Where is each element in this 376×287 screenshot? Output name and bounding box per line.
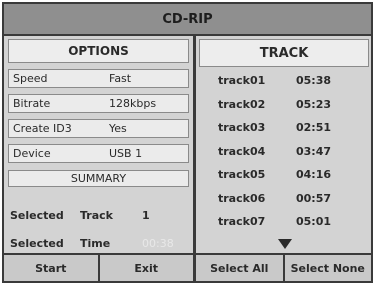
track-name: track01 xyxy=(218,74,266,88)
track-list[interactable]: track01 05:38 track02 05:23 track03 02:5… xyxy=(196,69,371,234)
window-title: CD-RIP xyxy=(4,4,371,36)
track-name: track04 xyxy=(218,144,266,158)
summary-label: Selected xyxy=(10,208,64,222)
track-panel: TRACK track01 05:38 track02 05:23 track0… xyxy=(196,36,371,281)
track-row[interactable]: track02 05:23 xyxy=(196,93,371,117)
track-header: TRACK xyxy=(199,39,369,67)
option-value: Fast xyxy=(109,72,132,85)
select-all-button[interactable]: Select All xyxy=(196,255,285,281)
option-label: Bitrate xyxy=(13,97,51,110)
summary-header: SUMMARY xyxy=(8,170,189,187)
summary-field: Time xyxy=(80,236,111,250)
option-label: Create ID3 xyxy=(13,122,72,135)
summary-label: Selected xyxy=(10,236,64,250)
cd-rip-window: CD-RIP OPTIONS Speed Fast Bitrate 128kbp… xyxy=(2,2,373,283)
options-header: OPTIONS xyxy=(8,39,189,63)
option-bitrate[interactable]: Bitrate 128kbps xyxy=(8,94,189,113)
track-row[interactable]: track06 00:57 xyxy=(196,187,371,211)
summary-value: 00:38 xyxy=(142,236,174,250)
right-button-bar: Select All Select None xyxy=(196,253,371,281)
track-name: track03 xyxy=(218,121,266,135)
exit-button[interactable]: Exit xyxy=(100,255,194,281)
track-row[interactable]: track01 05:38 xyxy=(196,69,371,93)
track-time: 03:47 xyxy=(296,144,332,158)
option-value: 128kbps xyxy=(109,97,157,110)
track-time: 05:01 xyxy=(296,215,332,229)
summary-value: 1 xyxy=(142,208,150,222)
option-label: Speed xyxy=(13,72,48,85)
option-value: USB 1 xyxy=(109,147,143,160)
option-speed[interactable]: Speed Fast xyxy=(8,69,189,88)
track-time: 02:51 xyxy=(296,121,332,135)
track-name: track06 xyxy=(218,191,266,205)
track-row[interactable]: track03 02:51 xyxy=(196,116,371,140)
track-time: 00:57 xyxy=(296,191,332,205)
select-none-button[interactable]: Select None xyxy=(285,255,372,281)
summary-selected-track: Selected Track 1 xyxy=(4,202,193,228)
left-button-bar: Start Exit xyxy=(4,253,193,281)
track-name: track02 xyxy=(218,97,266,111)
track-time: 04:16 xyxy=(296,168,332,182)
track-time: 05:23 xyxy=(296,97,332,111)
track-name: track05 xyxy=(218,168,266,182)
option-label: Device xyxy=(13,147,51,160)
option-create-id3[interactable]: Create ID3 Yes xyxy=(8,119,189,138)
options-panel: OPTIONS Speed Fast Bitrate 128kbps Creat… xyxy=(4,36,193,281)
start-button[interactable]: Start xyxy=(4,255,100,281)
option-value: Yes xyxy=(109,122,127,135)
track-time: 05:38 xyxy=(296,74,332,88)
track-row[interactable]: track04 03:47 xyxy=(196,140,371,164)
option-device[interactable]: Device USB 1 xyxy=(8,144,189,163)
track-row[interactable]: track07 05:01 xyxy=(196,210,371,234)
summary-field: Track xyxy=(80,208,113,222)
scroll-down-icon[interactable] xyxy=(278,239,292,249)
track-name: track07 xyxy=(218,215,266,229)
track-row[interactable]: track05 04:16 xyxy=(196,163,371,187)
